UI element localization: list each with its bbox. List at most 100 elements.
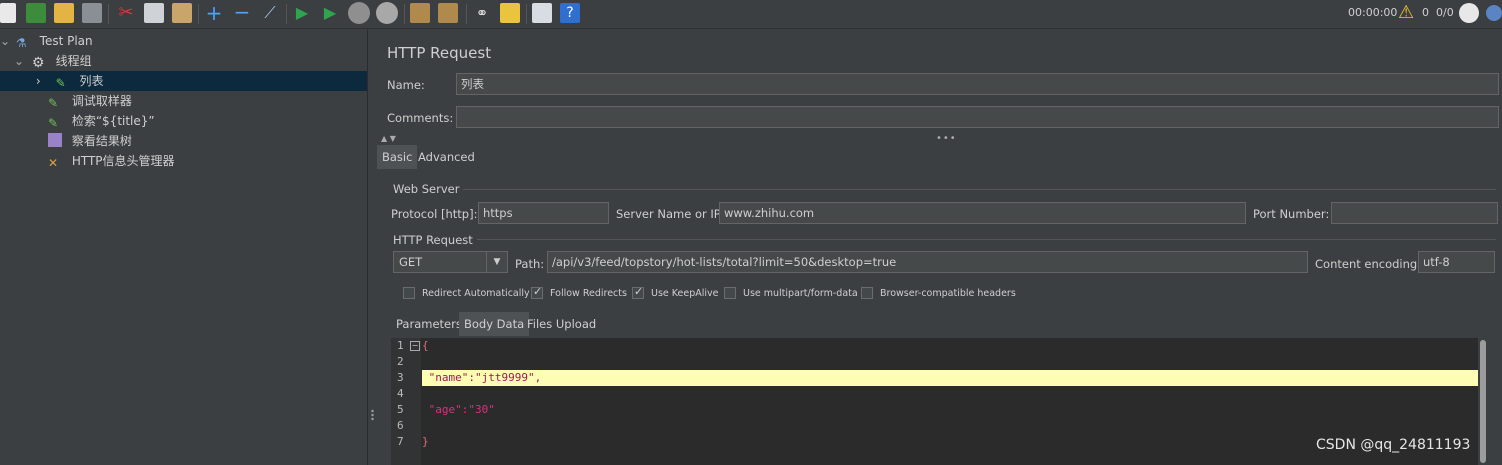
help-icon[interactable]: ? bbox=[560, 3, 580, 23]
line-number: 1 bbox=[397, 339, 404, 352]
stop-icon[interactable] bbox=[348, 2, 370, 24]
tab-basic[interactable]: Basic bbox=[377, 145, 418, 169]
name-label: Name: bbox=[387, 78, 425, 92]
use-keepalive-label: Use KeepAlive bbox=[651, 288, 719, 299]
tree-item-thread-group[interactable]: ⌄ ⚙ 线程组 bbox=[14, 51, 367, 71]
templates-icon[interactable] bbox=[26, 3, 46, 23]
editor-scrollbar[interactable] bbox=[1478, 338, 1488, 465]
tree-item-search-sampler[interactable]: ✎ 检索“${title}” bbox=[48, 111, 155, 131]
port-field[interactable] bbox=[1331, 202, 1498, 224]
tree-item-label: Test Plan bbox=[39, 34, 93, 48]
chevron-down-icon: ▼ bbox=[486, 252, 507, 272]
collapse-icon[interactable]: − bbox=[232, 2, 252, 23]
start-icon[interactable]: ▶ bbox=[292, 3, 312, 23]
chevron-down-icon[interactable]: ⌄ bbox=[14, 51, 28, 71]
encoding-label: Content encoding: bbox=[1315, 257, 1422, 271]
open-icon[interactable] bbox=[54, 3, 74, 23]
line-number: 5 bbox=[397, 403, 404, 416]
redirect-automatically-checkbox[interactable] bbox=[403, 287, 415, 299]
http-request-group-label: HTTP Request bbox=[393, 233, 477, 247]
thread-count: 0/0 bbox=[1436, 6, 1454, 19]
new-icon[interactable] bbox=[0, 3, 16, 23]
expand-icon[interactable]: + bbox=[204, 3, 224, 23]
multipart-checkbox[interactable] bbox=[724, 287, 736, 299]
method-value: GET bbox=[399, 255, 423, 269]
toolbar: ✂ + − ⟋ ▶ ▶ ⚭ ? 00:00:00 ⚠ 0 0/0 bbox=[0, 0, 1502, 29]
path-field[interactable]: /api/v3/feed/topstory/hot-lists/total?li… bbox=[547, 251, 1308, 273]
line-number-gutter bbox=[391, 338, 421, 465]
flask-icon: ⚗ bbox=[15, 36, 27, 50]
protocol-field[interactable]: https bbox=[478, 202, 609, 224]
tree-item-label: HTTP信息头管理器 bbox=[71, 154, 175, 168]
chevron-down-icon[interactable]: ⌄ bbox=[0, 31, 12, 51]
reset-search-icon[interactable] bbox=[500, 3, 520, 23]
fold-icon[interactable]: − bbox=[410, 341, 420, 351]
tab-files-upload[interactable]: Files Upload bbox=[522, 312, 601, 336]
pipette-icon: ✎ bbox=[55, 76, 66, 90]
use-keepalive-checkbox[interactable] bbox=[632, 285, 644, 299]
pipette-icon: ✎ bbox=[48, 96, 59, 110]
search-icon[interactable]: ⚭ bbox=[472, 3, 492, 23]
server-label: Server Name or IP: bbox=[616, 207, 725, 221]
warning-icon[interactable]: ⚠ bbox=[1398, 3, 1414, 23]
start-no-pauses-icon[interactable]: ▶ bbox=[320, 3, 340, 23]
tree-item-label: 调试取样器 bbox=[71, 94, 132, 108]
graph-icon bbox=[48, 133, 62, 147]
line-number: 4 bbox=[397, 387, 404, 400]
page-title: HTTP Request bbox=[387, 44, 492, 62]
tree-item-debug-sampler[interactable]: ✎ 调试取样器 bbox=[48, 91, 132, 111]
copy-icon[interactable] bbox=[144, 3, 164, 23]
tab-body-data[interactable]: Body Data bbox=[459, 312, 530, 336]
browser-compatible-checkbox[interactable] bbox=[861, 287, 873, 299]
tab-advanced[interactable]: Advanced bbox=[413, 145, 480, 169]
path-label: Path: bbox=[515, 257, 545, 271]
port-label: Port Number: bbox=[1253, 207, 1330, 221]
warning-count: 0 bbox=[1422, 6, 1429, 19]
save-icon[interactable] bbox=[82, 3, 102, 23]
lang-icon[interactable] bbox=[1486, 5, 1502, 21]
server-field[interactable]: www.zhihu.com bbox=[719, 202, 1246, 224]
web-server-group-label: Web Server bbox=[393, 182, 464, 196]
code-line: } bbox=[422, 435, 429, 448]
split-pane-divider[interactable] bbox=[367, 29, 377, 465]
paste-icon[interactable] bbox=[172, 3, 192, 23]
comments-label: Comments: bbox=[387, 111, 454, 125]
tree-item-header-manager[interactable]: ✕ HTTP信息头管理器 bbox=[48, 151, 175, 171]
cut-icon[interactable]: ✂ bbox=[116, 3, 136, 23]
method-select[interactable]: GET ▼ bbox=[393, 251, 508, 273]
watermark: CSDN @qq_24811193 bbox=[1316, 437, 1471, 453]
tree-item-results-tree[interactable]: 察看结果树 bbox=[48, 131, 132, 151]
chevron-right-icon[interactable]: › bbox=[36, 71, 52, 91]
function-helper-icon[interactable] bbox=[532, 3, 552, 23]
tree-item-list-sampler[interactable]: › ✎ 列表 bbox=[0, 71, 367, 91]
tree-item-label: 列表 bbox=[79, 74, 104, 88]
follow-redirects-label: Follow Redirects bbox=[550, 288, 627, 299]
encoding-field[interactable]: utf-8 bbox=[1418, 251, 1495, 273]
tree-item-label: 检索“${title}” bbox=[71, 114, 155, 128]
follow-redirects-checkbox[interactable] bbox=[531, 285, 543, 299]
toggle-icon[interactable]: ⟋ bbox=[260, 3, 280, 23]
code-line: "name":"jtt9999", bbox=[422, 371, 542, 384]
protocol-label: Protocol [http]: bbox=[391, 207, 478, 221]
code-line: "age":"30" bbox=[422, 403, 495, 416]
tree-item-label: 线程组 bbox=[55, 54, 92, 68]
pipette-icon: ✎ bbox=[48, 116, 59, 130]
current-line-highlight bbox=[422, 370, 1488, 386]
test-plan-tree: ⌄ ⚗ Test Plan ⌄ ⚙ 线程组 › ✎ 列表 ✎ 调试取样器 ✎ 检… bbox=[0, 29, 367, 465]
remote-icon[interactable] bbox=[1459, 3, 1479, 23]
name-field[interactable]: 列表 bbox=[456, 73, 1499, 95]
shutdown-icon[interactable] bbox=[376, 2, 398, 24]
tree-item-test-plan[interactable]: ⌄ ⚗ Test Plan bbox=[0, 31, 367, 51]
multipart-label: Use multipart/form-data bbox=[743, 288, 858, 299]
tree-item-label: 察看结果树 bbox=[71, 134, 132, 148]
redirect-automatically-label: Redirect Automatically bbox=[422, 288, 530, 299]
line-number: 2 bbox=[397, 355, 404, 368]
collapse-arrows[interactable]: ▲ ▼ bbox=[381, 134, 396, 143]
clear-all-icon[interactable] bbox=[438, 3, 458, 23]
comments-field[interactable] bbox=[456, 106, 1499, 128]
tab-parameters[interactable]: Parameters bbox=[391, 312, 467, 336]
browser-compatible-label: Browser-compatible headers bbox=[880, 288, 1016, 299]
drag-handle[interactable]: ••• bbox=[936, 133, 957, 144]
tools-icon: ✕ bbox=[48, 156, 59, 170]
clear-icon[interactable] bbox=[410, 3, 430, 23]
